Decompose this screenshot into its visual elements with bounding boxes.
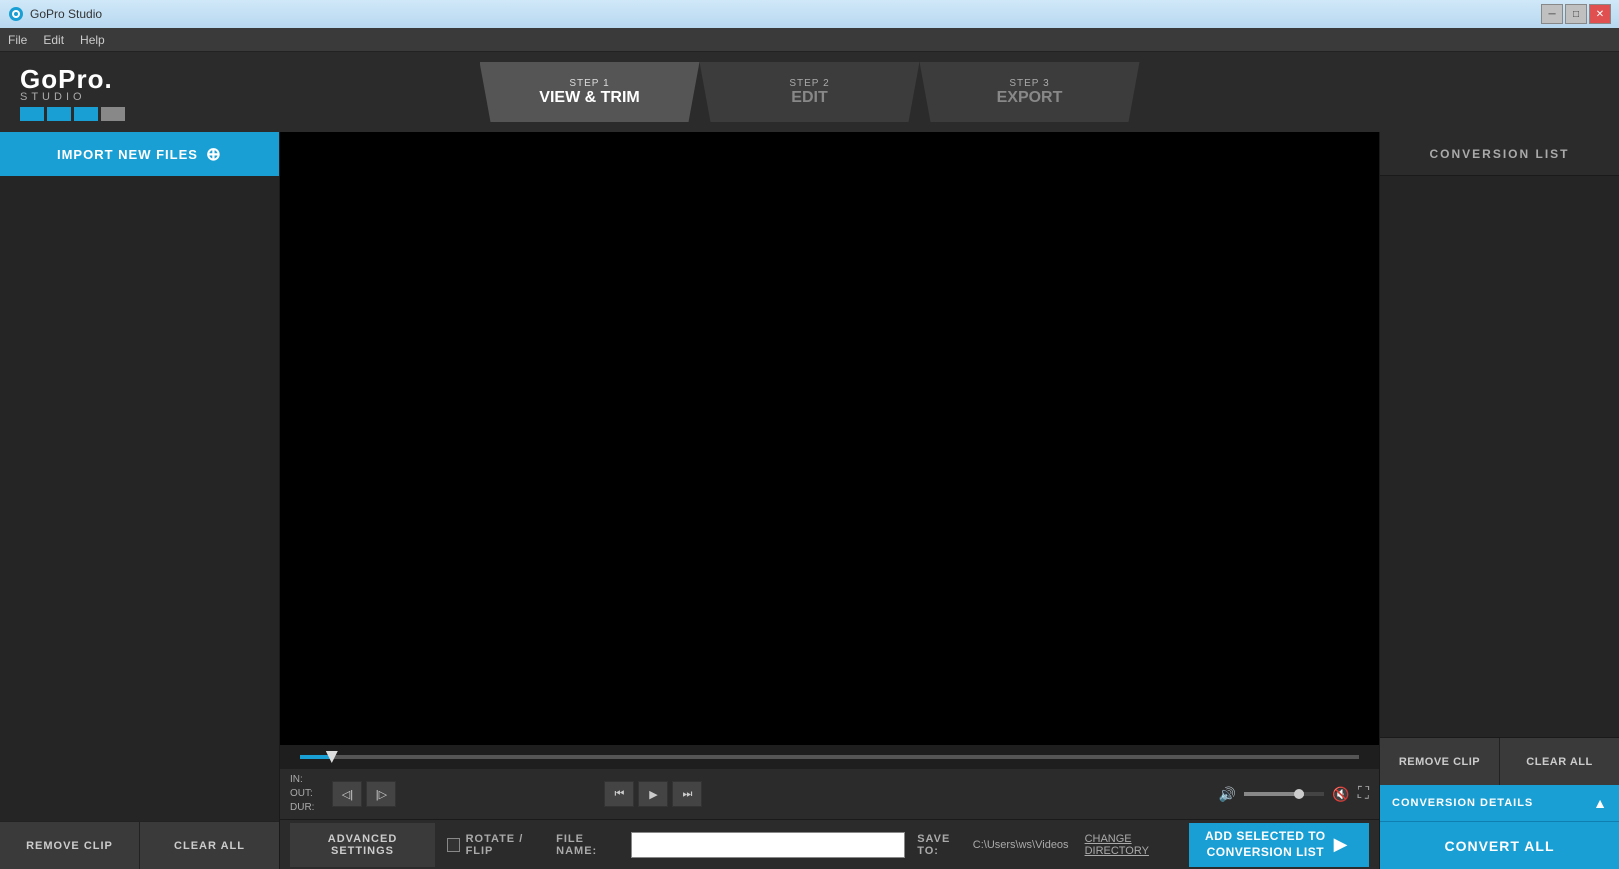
chevron-up-icon: ▲	[1593, 795, 1607, 811]
rewind-button[interactable]: ⏮	[604, 781, 634, 807]
logo-block-3	[74, 107, 98, 121]
filename-group: FILE NAME:	[556, 832, 905, 858]
rotate-flip-checkbox[interactable]	[447, 838, 460, 852]
dur-label: DUR:	[290, 801, 314, 815]
header: GoPro. STUDIO STEP 1 VIEW & TRIM STEP 2 …	[0, 52, 1619, 132]
logo-subtitle: STUDIO	[20, 91, 86, 103]
step-1-tab[interactable]: STEP 1 VIEW & TRIM	[480, 62, 700, 122]
volume-slider[interactable]	[1244, 792, 1324, 796]
step-2-tab[interactable]: STEP 2 EDIT	[700, 62, 920, 122]
clear-all-button-right[interactable]: CLEAR ALL	[1499, 738, 1619, 785]
timeline-area[interactable]	[280, 745, 1379, 769]
step-3-label: EXPORT	[997, 89, 1063, 107]
filename-label: FILE NAME:	[556, 833, 623, 857]
remove-clip-button-right[interactable]: REMOVE CLIP	[1380, 738, 1499, 785]
step-3-number: STEP 3	[1009, 78, 1049, 89]
logo: GoPro. STUDIO	[20, 64, 125, 121]
conversion-details-bar[interactable]: CONVERSION DETAILS ▲	[1380, 785, 1619, 821]
window-title: GoPro Studio	[30, 7, 102, 21]
app-icon	[8, 6, 24, 22]
left-bottom-buttons: REMOVE CLIP CLEAR ALL	[0, 821, 279, 869]
remove-clip-button-left[interactable]: REMOVE CLIP	[0, 821, 139, 869]
steps-navigation: STEP 1 VIEW & TRIM STEP 2 EDIT STEP 3 EX…	[480, 62, 1140, 122]
add-to-conversion-list-button[interactable]: ADD SELECTED TO CONVERSION LIST ▶	[1189, 823, 1369, 867]
frame-nav-buttons: ◁| |▷	[332, 781, 396, 807]
fullscreen-button[interactable]: ⛶	[1358, 785, 1369, 803]
conversion-details-title: CONVERSION DETAILS	[1392, 797, 1533, 809]
timeline-track[interactable]	[300, 755, 1359, 759]
volume-icon: 🔊	[1219, 786, 1236, 803]
change-directory-button[interactable]: CHANGE DIRECTORY	[1085, 833, 1177, 857]
fast-forward-button[interactable]: ⏭	[672, 781, 702, 807]
menu-edit[interactable]: Edit	[43, 33, 64, 47]
transport-buttons: ⏮ ▶ ⏭	[604, 781, 702, 807]
minimize-button[interactable]: ─	[1541, 4, 1563, 24]
step-2-label: EDIT	[791, 89, 827, 107]
prev-frame-button[interactable]: ◁|	[332, 781, 362, 807]
saveto-path: C:\Users\ws\Videos	[973, 839, 1069, 851]
right-middle-buttons: REMOVE CLIP CLEAR ALL	[1380, 737, 1619, 785]
play-button[interactable]: ▶	[638, 781, 668, 807]
clear-all-button-left[interactable]: CLEAR ALL	[139, 821, 279, 869]
volume-mute-icon[interactable]: 🔇	[1332, 786, 1349, 803]
convert-all-label: CONVERT ALL	[1444, 838, 1554, 854]
saveto-label: SAVE TO:	[917, 833, 965, 857]
rotate-flip-label: ROTATE / FLIP	[466, 833, 545, 857]
menu-help[interactable]: Help	[80, 33, 105, 47]
close-button[interactable]: ✕	[1589, 4, 1611, 24]
center-panel: IN: OUT: DUR: ◁| |▷ ⏮ ▶ ⏭ 🔊 🔇 ⛶	[280, 132, 1379, 869]
next-frame-button[interactable]: |▷	[366, 781, 396, 807]
step-1-number: STEP 1	[569, 78, 609, 89]
step-1-label: VIEW & TRIM	[539, 89, 639, 107]
add-arrow-icon: ▶	[1334, 834, 1348, 855]
out-label: OUT:	[290, 787, 314, 801]
conversion-list-header: CONVERSION LIST	[1380, 132, 1619, 176]
titlebar-left: GoPro Studio	[8, 6, 102, 22]
window-controls: ─ □ ✕	[1541, 4, 1611, 24]
step-3-tab[interactable]: STEP 3 EXPORT	[920, 62, 1140, 122]
titlebar: GoPro Studio ─ □ ✕	[0, 0, 1619, 28]
bottom-controls-bar: ADVANCED SETTINGS ROTATE / FLIP FILE NAM…	[280, 819, 1379, 869]
conversion-list-area	[1380, 176, 1619, 737]
volume-controls: 🔊 🔇 ⛶	[1219, 785, 1369, 803]
main-content: IMPORT NEW FILES ⊕ REMOVE CLIP CLEAR ALL…	[0, 132, 1619, 869]
file-list-area	[0, 176, 279, 821]
import-new-files-button[interactable]: IMPORT NEW FILES ⊕	[0, 132, 279, 176]
video-preview	[280, 132, 1379, 745]
rotate-flip-group: ROTATE / FLIP	[447, 833, 544, 857]
left-panel: IMPORT NEW FILES ⊕ REMOVE CLIP CLEAR ALL	[0, 132, 280, 869]
logo-block-1	[20, 107, 44, 121]
playback-controls-bar: IN: OUT: DUR: ◁| |▷ ⏮ ▶ ⏭ 🔊 🔇 ⛶	[280, 769, 1379, 819]
maximize-button[interactable]: □	[1565, 4, 1587, 24]
import-label: IMPORT NEW FILES	[57, 147, 198, 162]
add-to-list-label: ADD SELECTED TO CONVERSION LIST	[1205, 829, 1326, 860]
logo-block-2	[47, 107, 71, 121]
logo-block-4	[101, 107, 125, 121]
step-2-number: STEP 2	[789, 78, 829, 89]
convert-all-button[interactable]: CONVERT ALL	[1380, 821, 1619, 869]
logo-blocks	[20, 107, 125, 121]
right-panel: CONVERSION LIST REMOVE CLIP CLEAR ALL CO…	[1379, 132, 1619, 869]
menu-file[interactable]: File	[8, 33, 27, 47]
import-plus-icon: ⊕	[206, 144, 222, 165]
conversion-list-title: CONVERSION LIST	[1429, 147, 1569, 161]
menubar: File Edit Help	[0, 28, 1619, 52]
saveto-group: SAVE TO: C:\Users\ws\Videos CHANGE DIREC…	[917, 833, 1177, 857]
timeline-progress	[300, 755, 332, 759]
volume-thumb	[1294, 789, 1304, 799]
in-out-dur-display: IN: OUT: DUR:	[290, 773, 314, 815]
filename-input[interactable]	[631, 832, 906, 858]
advanced-settings-button[interactable]: ADVANCED SETTINGS	[290, 823, 435, 867]
in-label: IN:	[290, 773, 314, 787]
